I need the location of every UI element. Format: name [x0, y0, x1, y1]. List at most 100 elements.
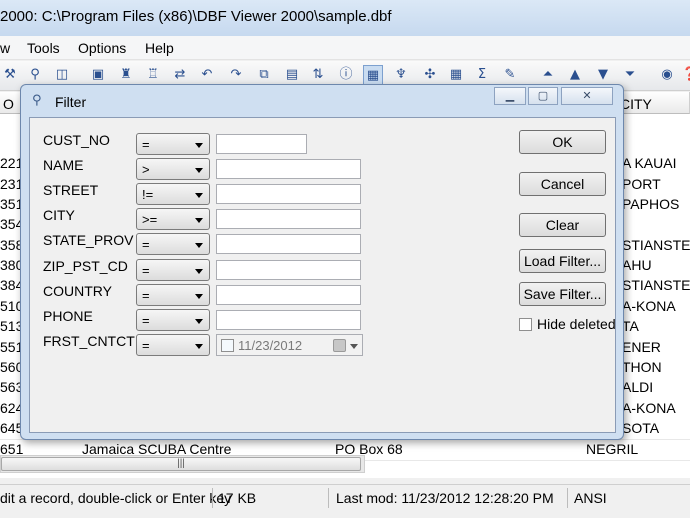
menubar: w Tools Options Help: [0, 36, 690, 60]
help-icon[interactable]: ❓: [680, 65, 690, 85]
operator-select-country[interactable]: =: [136, 284, 210, 306]
field-label-name: NAME: [43, 157, 84, 173]
chevron-down-icon: [195, 143, 203, 148]
close-button[interactable]: ✕: [561, 87, 613, 105]
chevron-down-icon: [195, 344, 203, 349]
dialog-client: CUST_NO = NAME > STREET != CITY >= STATE…: [29, 117, 616, 433]
value-input-country[interactable]: [216, 285, 361, 305]
status-separator: [212, 488, 213, 508]
field-label-zip-pst-cd: ZIP_PST_CD: [43, 258, 128, 274]
row-city[interactable]: PAPHOS: [622, 196, 690, 216]
row-city[interactable]: TA: [622, 318, 690, 338]
undo2-icon[interactable]: ↷: [226, 65, 246, 85]
copy-icon[interactable]: ⧉: [254, 65, 274, 85]
row-city[interactable]: ENER: [622, 339, 690, 359]
value-input-state-prov[interactable]: [216, 234, 361, 254]
first-icon[interactable]: ⏶: [538, 65, 558, 85]
sort-icon[interactable]: ⇅: [308, 65, 328, 85]
menu-options[interactable]: Options: [78, 40, 126, 56]
row-city[interactable]: [622, 216, 690, 236]
last-icon[interactable]: ⏷: [620, 65, 640, 85]
row-city[interactable]: A-KONA: [622, 400, 690, 420]
globe-icon[interactable]: ◉: [657, 65, 677, 85]
tools-icon[interactable]: ✣: [420, 65, 440, 85]
scrollbar-thumb[interactable]: |||: [1, 457, 361, 471]
chevron-down-icon: [195, 193, 203, 198]
date-enable-checkbox[interactable]: [221, 339, 234, 352]
info-icon[interactable]: ⓘ: [336, 65, 356, 85]
grid-icon[interactable]: ▦: [446, 65, 466, 85]
minimize-button[interactable]: ▁: [494, 87, 526, 105]
menu-view[interactable]: w: [0, 40, 10, 56]
index-icon[interactable]: ♆: [391, 65, 411, 85]
load-filter-button[interactable]: Load Filter...: [519, 249, 606, 273]
operator-select-name[interactable]: >: [136, 158, 210, 180]
horizontal-scrollbar[interactable]: |||: [0, 455, 365, 473]
value-input-city[interactable]: [216, 209, 361, 229]
search-icon[interactable]: ⚲: [25, 65, 45, 85]
binoculars-icon[interactable]: ▣: [88, 65, 108, 85]
field-label-country: COUNTRY: [43, 283, 112, 299]
value-input-phone[interactable]: [216, 310, 361, 330]
save-filter-button[interactable]: Save Filter...: [519, 282, 606, 306]
row-city[interactable]: NEGRIL: [586, 441, 686, 461]
undo-icon[interactable]: ⇄: [170, 65, 190, 85]
operator-value: >=: [142, 212, 158, 227]
value-input-zip-pst-cd[interactable]: [216, 260, 361, 280]
filter-icon: ⚲: [32, 93, 42, 108]
clear-button[interactable]: Clear: [519, 213, 606, 237]
prev-icon[interactable]: ▲: [565, 65, 585, 85]
tool-icon[interactable]: ⚒: [0, 65, 20, 85]
dialog-titlebar[interactable]: ⚲ Filter ▁ ▢ ✕: [21, 85, 623, 117]
operator-select-city[interactable]: >=: [136, 208, 210, 230]
next-icon[interactable]: ▼: [593, 65, 613, 85]
operator-select-zip-pst-cd[interactable]: =: [136, 259, 210, 281]
filter-dialog: ⚲ Filter ▁ ▢ ✕ CUST_NO = NAME > STREET !…: [20, 84, 624, 440]
redo-icon[interactable]: ↶: [197, 65, 217, 85]
row-city[interactable]: STIANSTED: [622, 237, 690, 257]
dialog-title: Filter: [55, 94, 87, 110]
sum-icon[interactable]: Σ: [472, 65, 492, 85]
field-label-street: STREET: [43, 182, 99, 198]
menu-tools[interactable]: Tools: [27, 40, 60, 56]
clear-icon[interactable]: ✎: [500, 65, 520, 85]
operator-select-street[interactable]: !=: [136, 183, 210, 205]
chevron-down-icon: [195, 218, 203, 223]
cancel-button[interactable]: Cancel: [519, 172, 606, 196]
operator-value: =: [142, 288, 150, 303]
row-city[interactable]: STIANSTED: [622, 277, 690, 297]
row-city[interactable]: A KAUAI: [622, 155, 690, 175]
operator-value: =: [142, 263, 150, 278]
status-hint: dit a record, double-click or Enter key: [0, 490, 232, 506]
operator-select-cust-no[interactable]: =: [136, 133, 210, 155]
menu-help[interactable]: Help: [145, 40, 174, 56]
replace-icon[interactable]: ♖: [143, 65, 163, 85]
operator-select-frst-cntct[interactable]: =: [136, 334, 210, 356]
value-input-street[interactable]: [216, 184, 361, 204]
row-city[interactable]: PORT: [622, 176, 690, 196]
filter-icon[interactable]: ▦: [363, 65, 383, 85]
row-city[interactable]: AHU: [622, 257, 690, 277]
maximize-button[interactable]: ▢: [528, 87, 558, 105]
operator-select-phone[interactable]: =: [136, 309, 210, 331]
row-city[interactable]: ALDI: [622, 379, 690, 399]
calendar-icon[interactable]: [333, 339, 346, 352]
paste-icon[interactable]: ▤: [282, 65, 302, 85]
find-icon[interactable]: ♜: [116, 65, 136, 85]
chevron-down-icon[interactable]: [350, 344, 358, 349]
field-label-city: CITY: [43, 207, 75, 223]
chevron-down-icon: [195, 168, 203, 173]
ok-button[interactable]: OK: [519, 130, 606, 154]
field-label-cust-no: CUST_NO: [43, 132, 110, 148]
row-city[interactable]: THON: [622, 359, 690, 379]
checkbox-box[interactable]: [519, 318, 532, 331]
row-city[interactable]: A-KONA: [622, 298, 690, 318]
date-picker-frst-cntct[interactable]: 11/23/2012: [216, 334, 363, 356]
value-input-cust-no[interactable]: [216, 134, 307, 154]
operator-select-state-prov[interactable]: =: [136, 233, 210, 255]
value-input-name[interactable]: [216, 159, 361, 179]
row-city[interactable]: SOTA: [622, 420, 690, 440]
window-icon[interactable]: ◫: [52, 65, 72, 85]
row-street[interactable]: PO Box 68: [335, 441, 575, 461]
operator-value: =: [142, 313, 150, 328]
